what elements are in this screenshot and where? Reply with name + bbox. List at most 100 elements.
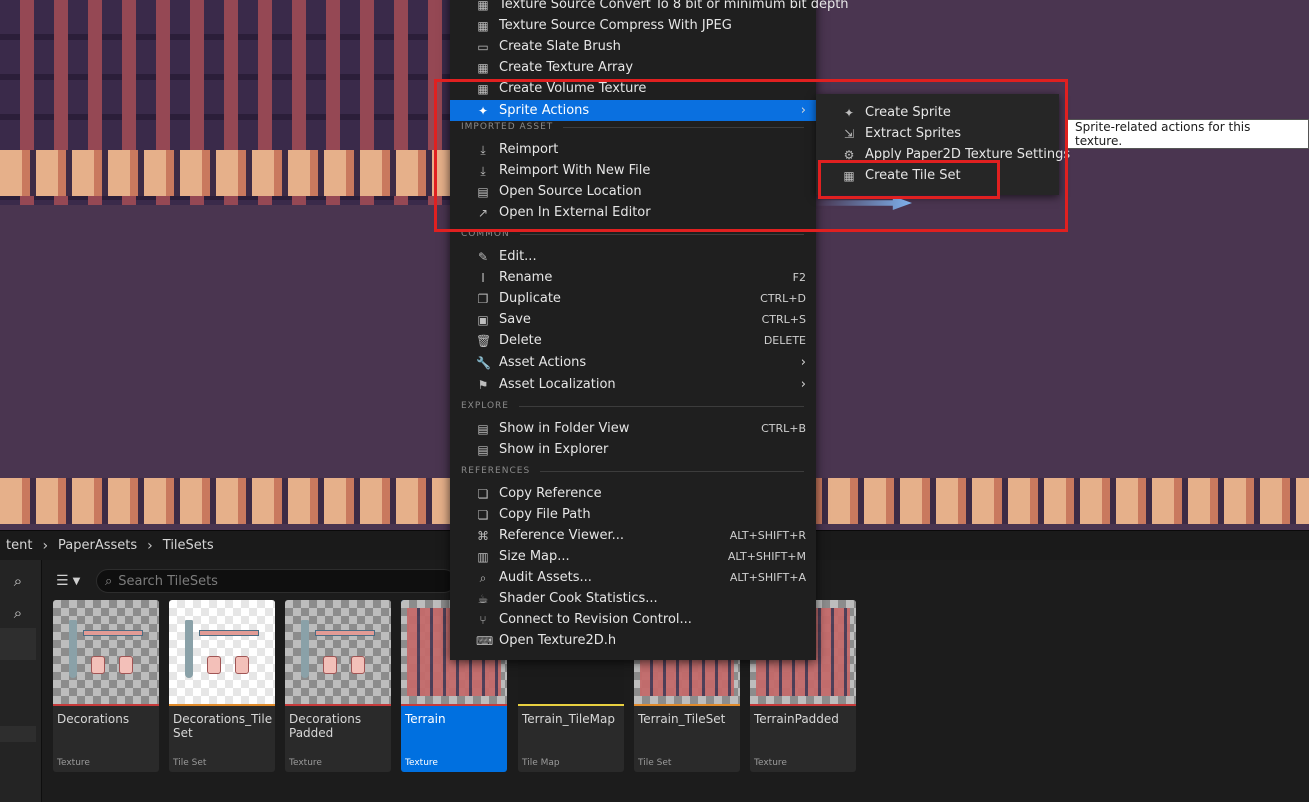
menu-item-open-texture2d-h[interactable]: ⌨ Open Texture2D.h xyxy=(450,630,816,651)
copy-icon: ❏ xyxy=(477,486,489,501)
menu-item-label: Audit Assets... xyxy=(499,570,592,585)
save-icon: ▣ xyxy=(477,312,489,327)
section-common: COMMON xyxy=(461,229,804,239)
chevron-right-icon: › xyxy=(147,537,153,554)
flag-icon: ⚑ xyxy=(477,377,489,392)
source-tree-selected-item[interactable] xyxy=(0,628,36,660)
menu-item-edit[interactable]: ✎ Edit... xyxy=(450,246,816,267)
menu-item-copy-reference[interactable]: ❏ Copy Reference xyxy=(450,483,816,504)
menu-item-texture-source-compress-with-jpeg[interactable]: ▦ Texture Source Compress With JPEG xyxy=(450,15,816,36)
menu-item-duplicate[interactable]: ❐ Duplicate CTRL+D xyxy=(450,288,816,309)
chevron-right-icon: › xyxy=(800,355,806,370)
checker-icon: ▦ xyxy=(477,81,489,96)
chevron-right-icon: › xyxy=(800,377,806,392)
checker-icon: ▦ xyxy=(477,0,489,12)
menu-item-label: Create Texture Array xyxy=(499,60,634,75)
asset-name: Terrain_TileMap xyxy=(522,712,615,726)
asset-thumbnail xyxy=(53,600,159,704)
reimport-icon: ⤓ xyxy=(480,163,486,178)
menu-item-save[interactable]: ▣ Save CTRL+S xyxy=(450,309,816,330)
copy-icon: ❏ xyxy=(477,507,489,522)
menu-item-label: Copy Reference xyxy=(499,486,602,501)
shortcut-label: ALT+SHIFT+M xyxy=(727,550,806,563)
menu-item-reference-viewer[interactable]: ⌘ Reference Viewer... ALT+SHIFT+R xyxy=(450,525,816,546)
menu-item-audit-assets[interactable]: ⌕ Audit Assets... ALT+SHIFT+A xyxy=(450,567,816,588)
asset-type-label: Texture xyxy=(289,758,322,768)
menu-item-label: Create Volume Texture xyxy=(499,81,647,96)
menu-item-create-volume-texture[interactable]: ▦ Create Volume Texture xyxy=(450,78,816,99)
menu-item-label: Texture Source Convert To 8 bit or minim… xyxy=(499,0,849,12)
asset-type-label: Texture xyxy=(405,758,438,768)
breadcrumb-item-paperassets[interactable]: PaperAssets xyxy=(52,538,143,553)
sources-rail: ⌕ ⌕ xyxy=(0,560,42,802)
asset-tile-decorations-padded[interactable]: Decorations Padded Texture xyxy=(285,600,391,772)
chevron-down-icon: ▼ xyxy=(72,575,81,587)
menu-item-copy-file-path[interactable]: ❏ Copy File Path xyxy=(450,504,816,525)
asset-name: Decorations_Tile Set xyxy=(173,712,273,740)
menu-item-texture-source-convert-to-8-bit-or-minimum-bit-depth[interactable]: ▦ Texture Source Convert To 8 bit or mini… xyxy=(450,0,848,15)
filter-button[interactable]: ☰ ▼ xyxy=(52,568,92,594)
menu-item-label: Sprite Actions xyxy=(499,103,590,118)
menu-item-open-source-location[interactable]: ▤ Open Source Location xyxy=(450,181,816,202)
menu-item-reimport[interactable]: ⤓ Reimport xyxy=(450,139,816,160)
context-menu: ▦ Texture Source Convert To 8 bit or mini… xyxy=(450,0,849,660)
section-label: COMMON xyxy=(461,229,510,239)
menu-item-create-tile-set[interactable]: ▦ Create Tile Set xyxy=(816,165,1059,186)
brush-icon: ▭ xyxy=(477,39,489,54)
asset-tile-decorations[interactable]: Decorations Texture xyxy=(53,600,159,772)
shortcut-label: F2 xyxy=(792,271,806,284)
menu-item-label: Show in Explorer xyxy=(499,442,609,457)
menu-item-label: Shader Cook Statistics... xyxy=(499,591,658,606)
menu-item-sprite-actions[interactable]: ✦ Sprite Actions › xyxy=(450,100,816,121)
menu-item-create-sprite[interactable]: ✦ Create Sprite xyxy=(816,102,1059,123)
asset-type-label: Tile Map xyxy=(522,758,560,768)
trash-icon: 🗑 xyxy=(476,333,492,348)
menu-item-label: Save xyxy=(499,312,531,327)
shader-icon: ☕ xyxy=(477,591,489,606)
menu-item-shader-cook-statistics[interactable]: ☕ Shader Cook Statistics... xyxy=(450,588,816,609)
extract-icon: ⇲ xyxy=(843,126,855,141)
menu-item-connect-to-revision-control[interactable]: ⑂ Connect to Revision Control... xyxy=(450,609,816,630)
menu-item-label: Create Slate Brush xyxy=(499,39,621,54)
breadcrumb-item-content[interactable]: tent xyxy=(0,538,38,553)
rename-icon: Ⅰ xyxy=(481,270,485,285)
asset-type-label: Tile Set xyxy=(173,758,207,768)
menu-item-label: Open Texture2D.h xyxy=(499,633,617,648)
menu-item-label: Rename xyxy=(499,270,553,285)
sprite-actions-submenu: ✦ Create Sprite ⇲ Extract Sprites ⚙ Apply Pap… xyxy=(816,94,1071,195)
menu-item-apply-paper2d-texture-settings[interactable]: ⚙ Apply Paper2D Texture Settings xyxy=(816,144,1071,165)
search-icon[interactable]: ⌕ xyxy=(0,568,36,594)
menu-item-asset-actions[interactable]: 🔧 Asset Actions › xyxy=(450,352,816,373)
menu-item-open-in-external-editor[interactable]: ↗ Open In External Editor xyxy=(450,202,816,223)
external-icon: ↗ xyxy=(477,205,489,220)
menu-item-delete[interactable]: 🗑 Delete DELETE xyxy=(450,330,816,351)
menu-item-label: Duplicate xyxy=(499,291,561,306)
pencil-icon: ✎ xyxy=(477,249,489,264)
settings-icon: ⚙ xyxy=(843,147,855,162)
menu-item-label: Reimport xyxy=(499,142,559,157)
menu-item-size-map[interactable]: ▥ Size Map... ALT+SHIFT+M xyxy=(450,546,816,567)
menu-item-show-in-explorer[interactable]: ▤ Show in Explorer xyxy=(450,439,816,460)
menu-item-reimport-with-new-file[interactable]: ⤓ Reimport With New File xyxy=(450,160,816,181)
asset-tile-decorations-tile-set[interactable]: Decorations_Tile Set Tile Set xyxy=(169,600,275,772)
menu-item-extract-sprites[interactable]: ⇲ Extract Sprites xyxy=(816,123,1059,144)
chevron-right-icon: › xyxy=(42,537,49,554)
search-icon[interactable]: ⌕ xyxy=(0,600,36,626)
section-imported-asset: IMPORTED ASSET xyxy=(461,122,804,132)
folder-search-icon: ▤ xyxy=(477,421,489,436)
menu-item-show-in-folder-view[interactable]: ▤ Show in Folder View CTRL+B xyxy=(450,418,816,439)
tileset-icon: ▦ xyxy=(843,168,855,183)
menu-item-label: Asset Localization xyxy=(499,377,616,392)
checker-icon: ▦ xyxy=(477,18,489,33)
breadcrumb-item-tilesets[interactable]: TileSets xyxy=(157,538,220,553)
menu-item-create-texture-array[interactable]: ▦ Create Texture Array xyxy=(450,57,816,78)
source-tree-item[interactable] xyxy=(0,726,36,742)
section-label: REFERENCES xyxy=(461,466,531,476)
menu-item-asset-localization[interactable]: ⚑ Asset Localization › xyxy=(450,374,816,395)
search-input[interactable] xyxy=(118,573,439,589)
menu-item-label: Extract Sprites xyxy=(865,126,962,141)
search-field[interactable]: ⌕ xyxy=(96,569,456,593)
menu-item-label: Connect to Revision Control... xyxy=(499,612,692,627)
menu-item-create-slate-brush[interactable]: ▭ Create Slate Brush xyxy=(450,36,816,57)
menu-item-rename[interactable]: Ⅰ Rename F2 xyxy=(450,267,816,288)
